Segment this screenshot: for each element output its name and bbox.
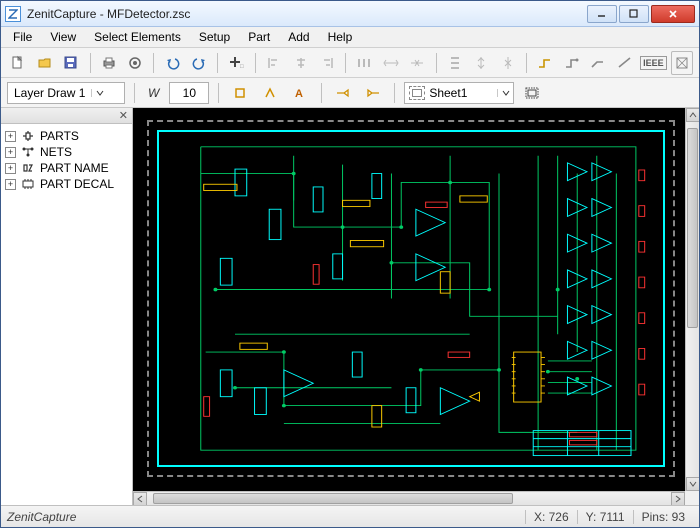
parts-icon: [20, 130, 36, 142]
scroll-right-icon[interactable]: [671, 492, 685, 505]
new-file-icon[interactable]: [7, 51, 30, 75]
menu-part[interactable]: Part: [240, 28, 278, 46]
ieee-toggle-icon[interactable]: [671, 51, 694, 75]
tree-label: PART NAME: [40, 161, 109, 175]
side-panel: ✕ + PARTS + NETS + PART NAME + PART DECA…: [1, 108, 133, 505]
close-button[interactable]: [651, 5, 695, 23]
status-bar: ZenitCapture X: 726 Y: 7111 Pins: 93: [1, 505, 699, 527]
sheet-outline-icon[interactable]: [520, 81, 544, 105]
side-panel-close-icon[interactable]: ✕: [119, 109, 128, 122]
svg-text:□: □: [240, 64, 244, 70]
layer-select-label: Layer Draw 1: [8, 86, 91, 100]
chevron-down-icon: [91, 89, 107, 97]
port-out-icon[interactable]: [361, 81, 385, 105]
scrollbar-thumb[interactable]: [153, 493, 513, 504]
tree-item-parts[interactable]: + PARTS: [3, 128, 130, 144]
tree-label: PART DECAL: [40, 177, 114, 191]
svg-text:A: A: [295, 88, 303, 100]
route-mode-2-icon[interactable]: [561, 51, 584, 75]
expand-icon[interactable]: +: [5, 179, 16, 190]
scroll-up-icon[interactable]: [686, 108, 699, 122]
expand-icon[interactable]: +: [5, 147, 16, 158]
window-title: ZenitCapture - MFDetector.zsc: [27, 7, 585, 21]
toolbar-main: □ IEEE: [1, 48, 699, 78]
snap-mode-2-icon[interactable]: [258, 81, 282, 105]
scrollbar-thumb[interactable]: [687, 128, 698, 328]
menu-file[interactable]: File: [5, 28, 40, 46]
sheet-icon: [409, 86, 425, 100]
tree-item-part-decal[interactable]: + PART DECAL: [3, 176, 130, 192]
spacing-h-inc-icon[interactable]: [380, 51, 403, 75]
spacing-v-dec-icon[interactable]: [497, 51, 520, 75]
route-mode-3-icon[interactable]: [587, 51, 610, 75]
tree-item-nets[interactable]: + NETS: [3, 144, 130, 160]
ieee-label: IEEE: [640, 56, 667, 70]
expand-icon[interactable]: +: [5, 131, 16, 142]
tree-label: PARTS: [40, 129, 79, 143]
width-input[interactable]: 10: [169, 82, 209, 104]
save-icon[interactable]: [60, 51, 83, 75]
nets-icon: [20, 146, 36, 158]
menu-add[interactable]: Add: [280, 28, 317, 46]
side-panel-header: ✕: [1, 108, 132, 124]
minimize-button[interactable]: [587, 5, 617, 23]
snap-mode-1-icon[interactable]: [228, 81, 252, 105]
partname-icon: [20, 162, 36, 174]
status-pins: Pins: 93: [633, 510, 693, 524]
tree: + PARTS + NETS + PART NAME + PART DECAL: [1, 124, 132, 505]
tree-item-part-name[interactable]: + PART NAME: [3, 160, 130, 176]
menu-help[interactable]: Help: [320, 28, 361, 46]
sheet-border: [147, 120, 675, 477]
menu-view[interactable]: View: [42, 28, 84, 46]
vertical-scrollbar[interactable]: [685, 108, 699, 491]
menubar: File View Select Elements Setup Part Add…: [1, 27, 699, 48]
menu-select-elements[interactable]: Select Elements: [86, 28, 189, 46]
titlebar: ZenitCapture - MFDetector.zsc: [1, 1, 699, 27]
spacing-h-equal-icon[interactable]: [353, 51, 376, 75]
undo-icon[interactable]: [161, 51, 184, 75]
maximize-button[interactable]: [619, 5, 649, 23]
route-mode-4-icon[interactable]: [614, 51, 637, 75]
scroll-down-icon[interactable]: [686, 477, 699, 491]
print-icon[interactable]: [97, 51, 120, 75]
status-y: Y: 7111: [577, 510, 633, 524]
spacing-v-inc-icon[interactable]: [470, 51, 493, 75]
sheet-select-label: Sheet1: [429, 86, 467, 100]
toolbar-secondary: Layer Draw 1 W 10 A Sheet1: [1, 78, 699, 108]
open-file-icon[interactable]: [34, 51, 57, 75]
route-mode-1-icon[interactable]: [534, 51, 557, 75]
align-center-icon[interactable]: [289, 51, 312, 75]
zoom-in-icon[interactable]: □: [225, 51, 248, 75]
status-x: X: 726: [525, 510, 577, 524]
layer-select[interactable]: Layer Draw 1: [7, 82, 125, 104]
expand-icon[interactable]: +: [5, 163, 16, 174]
text-mode-icon[interactable]: A: [288, 81, 312, 105]
status-app-name: ZenitCapture: [7, 510, 76, 524]
align-left-icon[interactable]: [263, 51, 286, 75]
align-right-icon[interactable]: [316, 51, 339, 75]
chevron-down-icon: [497, 89, 513, 97]
horizontal-scrollbar[interactable]: [133, 491, 685, 505]
port-in-icon[interactable]: [331, 81, 355, 105]
menu-setup[interactable]: Setup: [191, 28, 238, 46]
width-label: W: [144, 86, 163, 100]
schematic-canvas[interactable]: [133, 108, 699, 505]
main-area: ✕ + PARTS + NETS + PART NAME + PART DECA…: [1, 108, 699, 505]
settings-icon[interactable]: [124, 51, 147, 75]
redo-icon[interactable]: [188, 51, 211, 75]
spacing-h-dec-icon[interactable]: [406, 51, 429, 75]
partdecal-icon: [20, 178, 36, 190]
scroll-left-icon[interactable]: [133, 492, 147, 505]
spacing-v-equal-icon[interactable]: [444, 51, 467, 75]
app-icon: [5, 6, 21, 22]
sheet-select[interactable]: Sheet1: [404, 82, 514, 104]
tree-label: NETS: [40, 145, 72, 159]
